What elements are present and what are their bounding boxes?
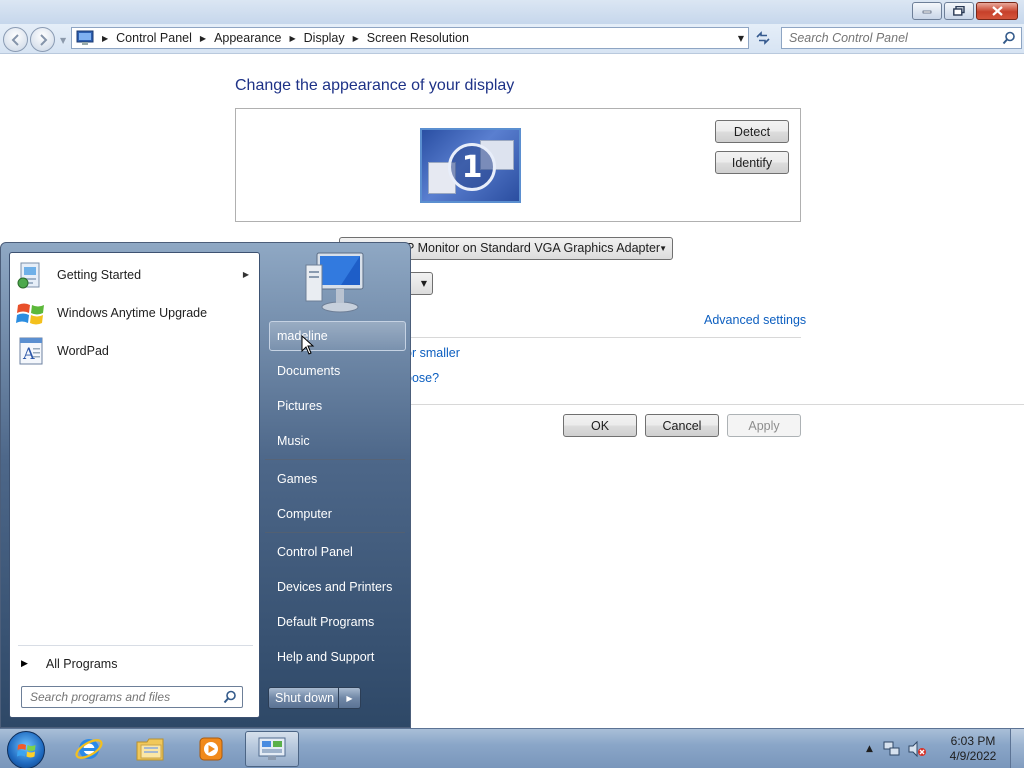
start-item-label: Windows Anytime Upgrade [57, 306, 208, 320]
all-programs-button[interactable]: ▶ All Programs [18, 652, 253, 676]
show-hidden-icons-icon[interactable]: ▲ [866, 744, 873, 754]
windows-logo-icon [17, 744, 36, 758]
caption-buttons [912, 2, 1018, 20]
start-right-default-programs[interactable]: Default Programs [269, 607, 406, 637]
minimize-button[interactable] [912, 2, 942, 20]
network-icon[interactable] [883, 740, 901, 758]
breadcrumb-separator[interactable]: ▶ [200, 34, 206, 43]
user-picture-icon[interactable] [301, 251, 369, 315]
breadcrumb-separator[interactable]: ▶ [353, 34, 359, 43]
detect-button[interactable]: Detect [715, 120, 789, 143]
chevron-down-icon: ▼ [659, 244, 667, 253]
page-title: Change the appearance of your display [235, 77, 515, 94]
breadcrumb-separator[interactable]: ▶ [102, 34, 108, 43]
start-right-user-folder[interactable]: madeline [269, 321, 406, 351]
start-right-games[interactable]: Games [269, 464, 406, 494]
taskbar-media-player[interactable] [184, 731, 238, 767]
volume-muted-icon[interactable] [907, 740, 927, 758]
monitor-preview-area: 1 Detect Identify [235, 108, 801, 222]
address-bar[interactable]: ▶ Control Panel ▶ Appearance ▶ Display ▶… [71, 27, 749, 49]
start-menu-programs-pane: Getting Started ▶ Windows Anytime Upgrad… [9, 252, 260, 718]
start-button[interactable] [7, 731, 45, 768]
monitor-number: 1 [448, 143, 496, 191]
ok-button[interactable]: OK [563, 414, 637, 437]
start-right-documents[interactable]: Documents [269, 356, 406, 386]
windows-explorer-icon [136, 738, 164, 761]
media-player-icon [199, 737, 223, 761]
submenu-arrow-icon[interactable]: ▶ [243, 270, 249, 279]
notification-area: ▲ [866, 729, 927, 768]
control-panel-icon [258, 737, 286, 760]
getting-started-icon [15, 259, 47, 291]
start-search-box[interactable] [21, 686, 243, 708]
display-select-value: P Monitor on Standard VGA Graphics Adapt… [406, 241, 661, 255]
restore-icon [953, 6, 965, 16]
all-programs-label: All Programs [45, 657, 118, 671]
search-input[interactable] [782, 28, 992, 48]
wordpad-icon: A [15, 335, 47, 367]
chevron-right-icon: ▶ [346, 693, 353, 703]
monitor-1-thumbnail[interactable]: 1 [420, 128, 521, 203]
windows-flag-icon [15, 297, 47, 329]
advanced-settings-link[interactable]: Advanced settings [704, 313, 806, 327]
shut-down-button[interactable]: Shut down [268, 687, 339, 709]
taskbar: ▲ 6:03 PM 4/9/2022 [0, 728, 1024, 768]
show-desktop-button[interactable] [1010, 729, 1024, 768]
divider [265, 459, 405, 460]
search-icon[interactable] [223, 690, 237, 704]
refresh-button[interactable] [752, 27, 774, 49]
breadcrumb-separator[interactable]: ▶ [289, 34, 295, 43]
mouse-cursor-icon [301, 335, 315, 355]
breadcrumb-control-panel[interactable]: Control Panel [116, 31, 192, 45]
expand-arrow-icon: ▶ [21, 659, 28, 669]
search-icon[interactable] [1002, 31, 1016, 45]
restore-button[interactable] [944, 2, 974, 20]
back-button[interactable] [3, 27, 28, 52]
control-panel-icon [76, 30, 94, 45]
window-titlebar [0, 0, 1024, 24]
internet-explorer-icon [75, 739, 103, 759]
minimize-icon [922, 10, 932, 14]
taskbar-windows-explorer[interactable] [124, 731, 178, 767]
start-item-wordpad[interactable]: A WordPad [14, 333, 257, 369]
close-button[interactable] [976, 2, 1018, 20]
divider [18, 645, 253, 646]
address-dropdown-icon[interactable]: ▼ [738, 34, 744, 43]
breadcrumb-appearance[interactable]: Appearance [214, 31, 281, 45]
chevron-down-icon: ▼ [420, 279, 427, 288]
close-icon [991, 6, 1003, 16]
start-right-devices-and-printers[interactable]: Devices and Printers [269, 572, 406, 602]
taskbar-control-panel[interactable] [245, 731, 299, 767]
start-right-computer[interactable]: Computer [269, 499, 406, 529]
clock-time: 6:03 PM [950, 734, 996, 748]
start-right-control-panel[interactable]: Control Panel [269, 537, 406, 567]
divider [265, 532, 405, 533]
start-menu: Getting Started ▶ Windows Anytime Upgrad… [0, 242, 411, 728]
shut-down-options-button[interactable]: ▶ [339, 687, 361, 709]
start-right-help-and-support[interactable]: Help and Support [269, 642, 406, 672]
navigation-bar: ▼ ▶ Control Panel ▶ Appearance ▶ Display… [0, 24, 1024, 54]
start-item-getting-started[interactable]: Getting Started ▶ [14, 257, 257, 293]
back-arrow-icon [11, 34, 19, 46]
refresh-icon [756, 31, 770, 45]
breadcrumb-display[interactable]: Display [304, 31, 345, 45]
identify-button[interactable]: Identify [715, 151, 789, 174]
forward-button[interactable] [30, 27, 55, 52]
apply-button[interactable]: Apply [727, 414, 801, 437]
text-size-link[interactable]: or smaller [405, 346, 460, 360]
cancel-button[interactable]: Cancel [645, 414, 719, 437]
system-clock[interactable]: 6:03 PM 4/9/2022 [946, 734, 1000, 764]
start-right-music[interactable]: Music [269, 426, 406, 456]
start-item-label: WordPad [57, 344, 109, 358]
breadcrumb-screen-resolution[interactable]: Screen Resolution [367, 31, 469, 45]
start-item-label: Getting Started [57, 268, 142, 282]
recent-pages-dropdown-icon[interactable]: ▼ [60, 36, 66, 45]
taskbar-internet-explorer[interactable] [62, 731, 116, 767]
forward-arrow-icon [40, 34, 48, 46]
search-control-panel[interactable] [781, 27, 1022, 49]
start-search-input[interactable] [22, 687, 212, 707]
start-item-windows-anytime-upgrade[interactable]: Windows Anytime Upgrade [14, 295, 257, 331]
start-right-pictures[interactable]: Pictures [269, 391, 406, 421]
clock-date: 4/9/2022 [949, 749, 997, 763]
